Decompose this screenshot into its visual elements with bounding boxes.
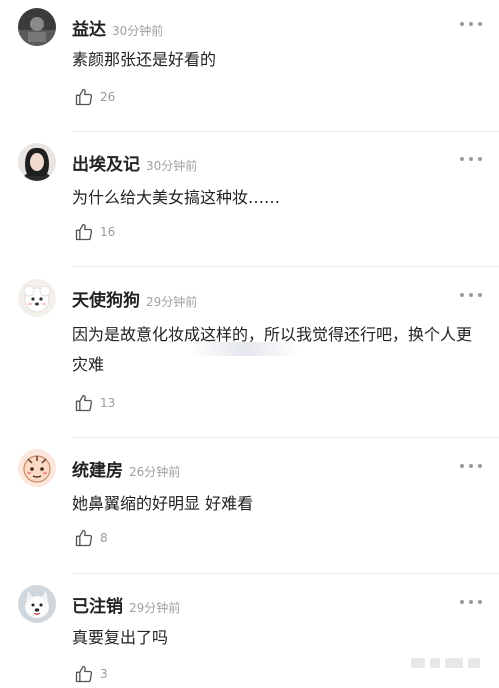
comment-time: 30分钟前 bbox=[146, 159, 198, 173]
more-dots-icon[interactable] bbox=[460, 462, 482, 470]
username-text[interactable]: 出埃及记 bbox=[72, 155, 140, 175]
divider bbox=[72, 573, 499, 574]
avatar[interactable] bbox=[18, 279, 56, 317]
like-count: 13 bbox=[100, 396, 116, 410]
username-text[interactable]: 统建房 bbox=[72, 461, 123, 481]
thumbs-up-icon bbox=[75, 223, 93, 241]
username[interactable]: 天使狗狗 29分钟前 bbox=[72, 286, 197, 311]
comment-text: 为什么给大美女搞这种妆…… bbox=[72, 188, 281, 207]
comment-time: 30分钟前 bbox=[112, 24, 164, 38]
comment-time: 29分钟前 bbox=[129, 601, 181, 615]
like-button[interactable]: 13 bbox=[74, 393, 115, 413]
thumbs-up-icon bbox=[75, 88, 93, 106]
username[interactable]: 出埃及记 30分钟前 bbox=[72, 150, 197, 175]
divider bbox=[72, 437, 499, 438]
like-button[interactable]: 3 bbox=[74, 664, 108, 684]
watermark bbox=[411, 658, 481, 672]
like-count: 26 bbox=[100, 90, 116, 104]
more-dots-icon[interactable] bbox=[460, 20, 482, 28]
divider bbox=[72, 131, 499, 132]
blurred-overlay bbox=[190, 342, 300, 356]
like-count: 8 bbox=[100, 531, 108, 545]
username-text[interactable]: 天使狗狗 bbox=[72, 291, 140, 311]
more-dots-icon[interactable] bbox=[460, 598, 482, 606]
thumbs-up-icon bbox=[75, 665, 93, 683]
like-button[interactable]: 16 bbox=[74, 222, 115, 242]
username[interactable]: 益达 30分钟前 bbox=[72, 15, 163, 40]
thumbs-up-icon bbox=[75, 394, 93, 412]
more-dots-icon[interactable] bbox=[460, 291, 482, 299]
username-text[interactable]: 已注销 bbox=[72, 597, 123, 617]
more-dots-icon[interactable] bbox=[460, 155, 482, 163]
like-count: 16 bbox=[100, 225, 116, 239]
avatar[interactable] bbox=[18, 8, 56, 46]
like-button[interactable]: 8 bbox=[74, 528, 108, 548]
username[interactable]: 统建房 26分钟前 bbox=[72, 456, 180, 481]
comment-text: 素颜那张还是好看的 bbox=[72, 50, 217, 69]
avatar[interactable] bbox=[18, 143, 56, 181]
username[interactable]: 已注销 29分钟前 bbox=[72, 592, 180, 617]
comment-time: 26分钟前 bbox=[129, 465, 181, 479]
like-count: 3 bbox=[100, 667, 108, 681]
thumbs-up-icon bbox=[75, 529, 93, 547]
divider bbox=[72, 266, 499, 267]
username-text[interactable]: 益达 bbox=[72, 20, 106, 40]
comment-text: 真要复出了吗 bbox=[72, 628, 169, 647]
avatar[interactable] bbox=[18, 585, 56, 623]
avatar[interactable] bbox=[18, 449, 56, 487]
like-button[interactable]: 26 bbox=[74, 87, 115, 107]
comment-time: 29分钟前 bbox=[146, 295, 198, 309]
comment-text: 她鼻翼缩的好明显 好难看 bbox=[72, 494, 254, 513]
